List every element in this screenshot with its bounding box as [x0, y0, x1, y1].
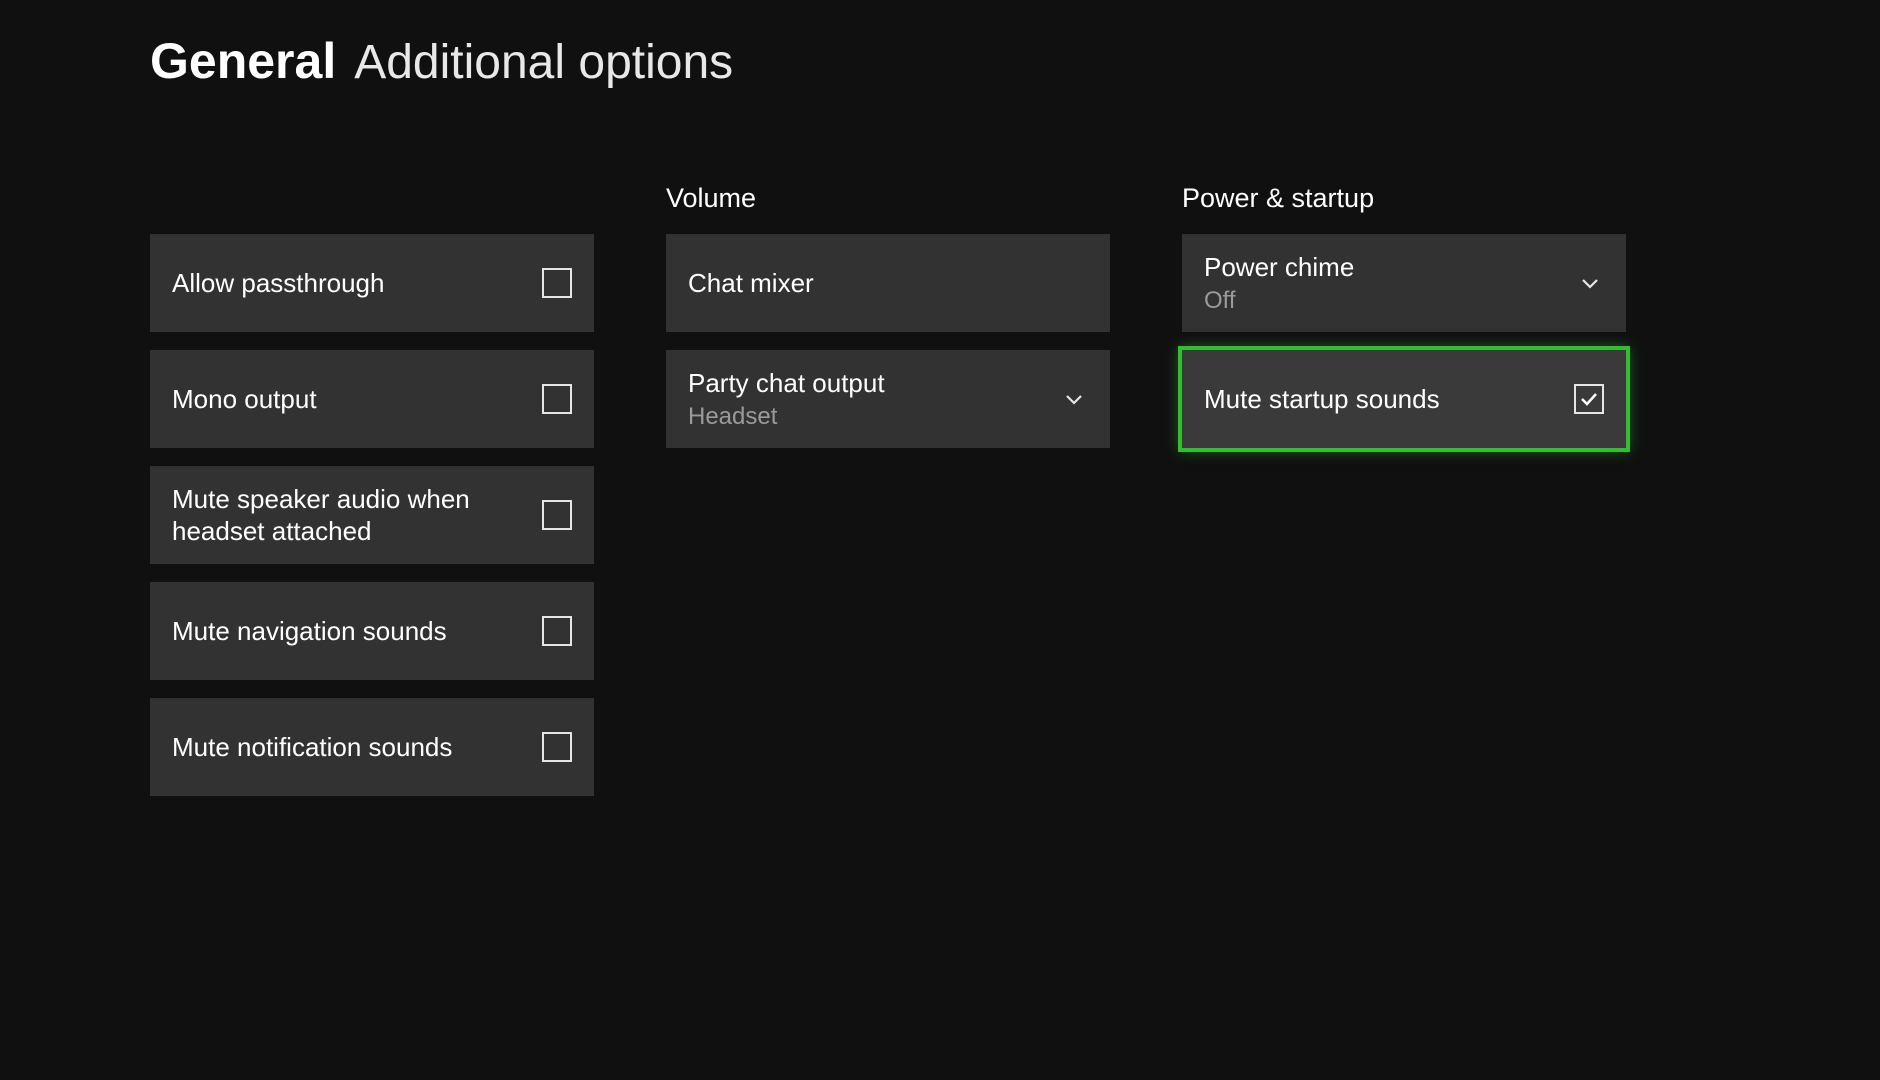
chat-mixer-label: Chat mixer — [688, 267, 1088, 300]
mute-startup-sounds-label: Mute startup sounds — [1204, 383, 1574, 416]
chevron-down-icon — [1060, 385, 1088, 413]
volume-heading: Volume — [666, 178, 1110, 214]
mute-startup-sounds-toggle[interactable]: Mute startup sounds — [1182, 350, 1626, 448]
checkbox-icon — [542, 384, 572, 414]
power-startup-heading: Power & startup — [1182, 178, 1626, 214]
checkbox-icon — [542, 732, 572, 762]
page-header: General Additional options — [0, 0, 1880, 90]
mute-notification-sounds-label: Mute notification sounds — [172, 731, 542, 764]
mute-navigation-sounds-toggle[interactable]: Mute navigation sounds — [150, 582, 594, 680]
column-volume: Volume Chat mixer Party chat output Head… — [666, 178, 1110, 814]
mute-speaker-when-headset-toggle[interactable]: Mute speaker audio when headset attached — [150, 466, 594, 564]
mono-output-toggle[interactable]: Mono output — [150, 350, 594, 448]
chevron-down-icon — [1576, 269, 1604, 297]
checkbox-icon — [542, 268, 572, 298]
power-chime-label: Power chime — [1204, 251, 1576, 284]
column-general: Allow passthrough Mono output Mute speak… — [150, 178, 594, 814]
page-title-bold: General — [150, 32, 336, 90]
checkbox-icon — [542, 500, 572, 530]
checkbox-icon — [1574, 384, 1604, 414]
power-chime-value: Off — [1204, 287, 1576, 315]
power-chime-select[interactable]: Power chime Off — [1182, 234, 1626, 332]
allow-passthrough-toggle[interactable]: Allow passthrough — [150, 234, 594, 332]
party-chat-output-value: Headset — [688, 403, 1060, 431]
allow-passthrough-label: Allow passthrough — [172, 267, 542, 300]
mute-navigation-sounds-label: Mute navigation sounds — [172, 615, 542, 648]
page-title-light: Additional options — [354, 35, 733, 90]
checkbox-icon — [542, 616, 572, 646]
column-power-startup: Power & startup Power chime Off Mute sta… — [1182, 178, 1626, 814]
chat-mixer-button[interactable]: Chat mixer — [666, 234, 1110, 332]
party-chat-output-select[interactable]: Party chat output Headset — [666, 350, 1110, 448]
mono-output-label: Mono output — [172, 383, 542, 416]
mute-notification-sounds-toggle[interactable]: Mute notification sounds — [150, 698, 594, 796]
content-area: Allow passthrough Mono output Mute speak… — [0, 90, 1880, 814]
party-chat-output-label: Party chat output — [688, 367, 1060, 400]
column-general-heading-spacer — [150, 178, 594, 214]
mute-speaker-when-headset-label: Mute speaker audio when headset attached — [172, 483, 542, 548]
